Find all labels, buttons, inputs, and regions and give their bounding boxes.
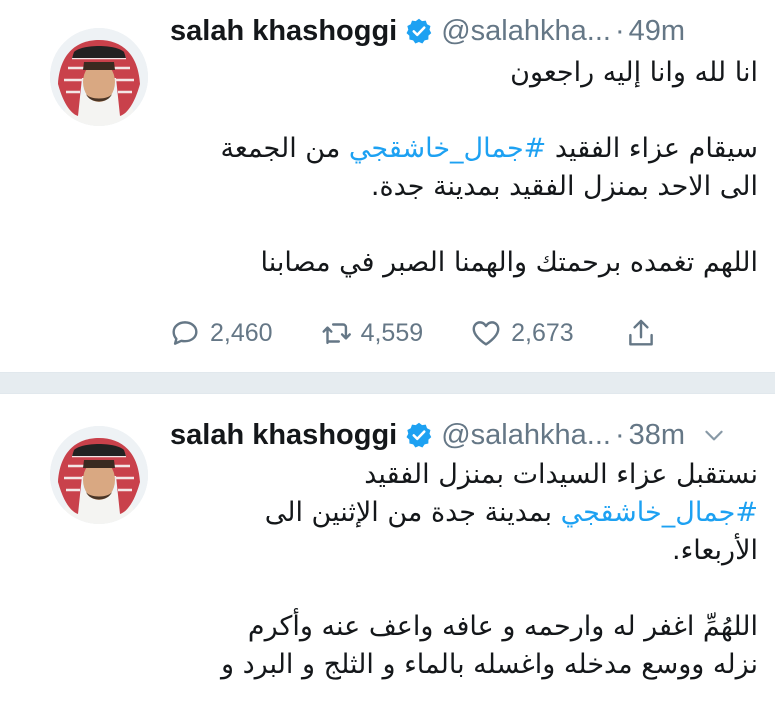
tweet-line: اللهُمِّ اغفر له وارحمه و عافه واعف عنه … — [247, 611, 758, 642]
author-handle[interactable]: @salahkha... — [441, 15, 611, 48]
tweet-line: الى الاحد بمنزل الفقيد بمدينة جدة. — [370, 171, 758, 202]
tweet-header: salah khashoggi @salahkha... · 49m — [170, 11, 685, 51]
text-segment: سيقام عزاء الفقيد — [546, 133, 758, 164]
tweet-line: اللهم تغمده برحمتك والهمنا الصبر في مصاب… — [260, 247, 758, 278]
tweet-2[interactable]: salah khashoggi @salahkha... · 38m نستقب… — [0, 394, 775, 710]
tweet-text: انا لله وانا إليه راجعون سيقام عزاء الفق… — [168, 54, 758, 282]
hashtag-link[interactable]: #جمال_خاشقجي — [349, 133, 546, 164]
like-button[interactable]: 2,673 — [469, 316, 574, 350]
text-segment: بمدينة جدة من الإثنين الى — [264, 497, 561, 528]
reply-button[interactable]: 2,460 — [168, 316, 273, 350]
verified-badge-icon — [405, 421, 433, 449]
tweet-timestamp[interactable]: 38m — [629, 419, 685, 452]
retweet-icon — [322, 323, 351, 345]
tweet-line: نستقبل عزاء السيدات بمنزل الفقيد — [364, 459, 758, 490]
tweet-line: نزله ووسع مدخله واغسله بالماء و الثلج و … — [221, 649, 758, 680]
author-avatar[interactable] — [50, 426, 148, 524]
tweet-timestamp[interactable]: 49m — [629, 15, 685, 48]
separator-dot: · — [614, 418, 625, 451]
author-name[interactable]: salah khashoggi — [170, 15, 397, 48]
retweet-button[interactable]: 4,559 — [319, 316, 424, 350]
tweet-text: نستقبل عزاء السيدات بمنزل الفقيد #جمال_خ… — [168, 456, 758, 684]
verified-badge-icon — [405, 17, 433, 45]
author-name[interactable]: salah khashoggi — [170, 419, 397, 452]
tweet-line: الأربعاء. — [672, 535, 758, 566]
reply-icon — [172, 321, 198, 345]
tweet-1[interactable]: salah khashoggi @salahkha... · 49m انا ل… — [0, 0, 775, 372]
tweet-header: salah khashoggi @salahkha... · 38m — [170, 415, 727, 455]
chevron-down-icon[interactable] — [701, 422, 727, 448]
tweet-actions: 2,460 4,559 2,673 — [168, 313, 688, 353]
timeline-separator — [0, 372, 775, 394]
share-button[interactable] — [624, 316, 658, 350]
author-avatar[interactable] — [50, 28, 148, 126]
hashtag-link[interactable]: #جمال_خاشقجي — [561, 497, 758, 528]
separator-dot: · — [614, 14, 625, 47]
like-count: 2,673 — [511, 318, 574, 347]
author-handle[interactable]: @salahkha... — [441, 419, 611, 452]
text-segment: من الجمعة — [220, 133, 349, 164]
profile-photo-icon — [50, 28, 148, 126]
profile-photo-icon — [50, 426, 148, 524]
reply-count: 2,460 — [210, 318, 273, 347]
tweet-line: #جمال_خاشقجي بمدينة جدة من الإثنين الى — [168, 494, 758, 532]
retweet-count: 4,559 — [360, 318, 424, 347]
heart-icon — [472, 321, 500, 346]
tweet-line: سيقام عزاء الفقيد #جمال_خاشقجي من الجمعة — [168, 130, 758, 168]
share-icon — [628, 319, 653, 346]
tweet-line: انا لله وانا إليه راجعون — [510, 57, 758, 88]
